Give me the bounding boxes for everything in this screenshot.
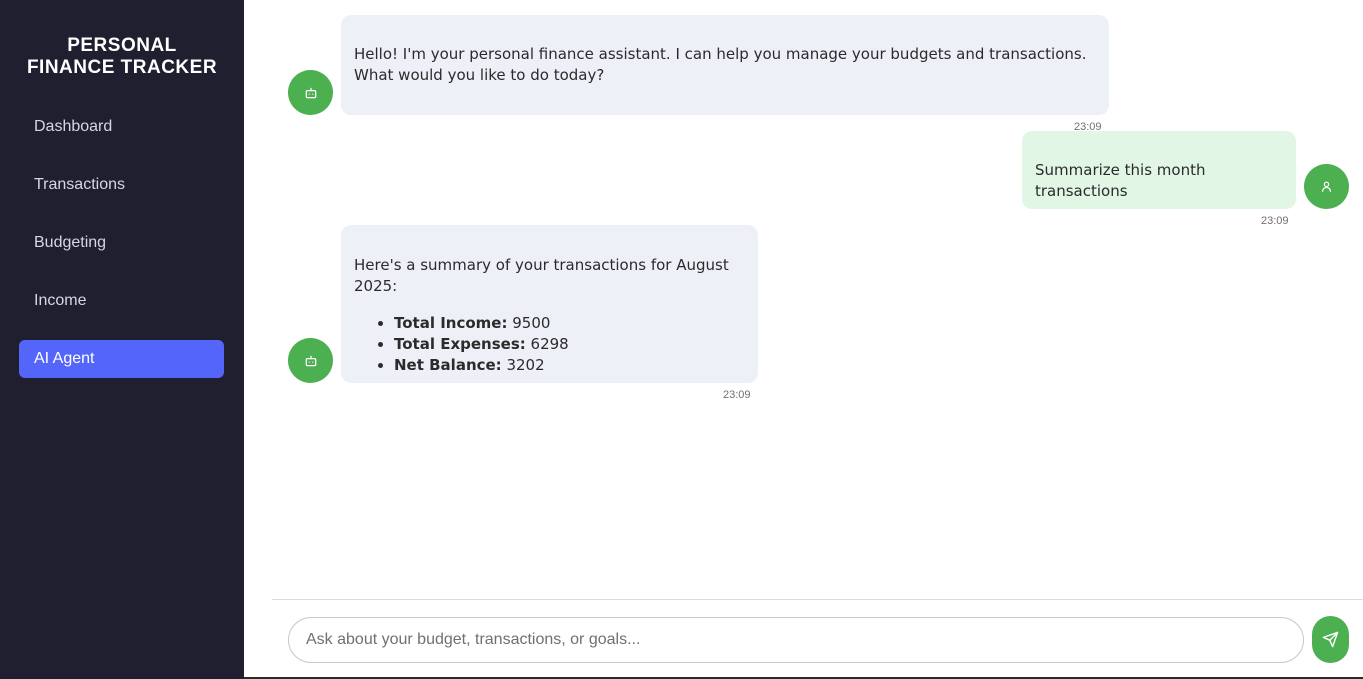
- app-root: PERSONAL FINANCE TRACKER Dashboard Trans…: [0, 0, 1363, 679]
- summary-label: Total Income:: [394, 314, 508, 332]
- summary-value: 3202: [506, 356, 545, 374]
- sidebar-item-dashboard[interactable]: Dashboard: [19, 108, 224, 146]
- sidebar-item-income[interactable]: Income: [19, 282, 224, 320]
- summary-value: 6298: [530, 335, 569, 353]
- summary-item-income: Total Income: 9500: [394, 313, 745, 334]
- summary-label: Net Balance:: [394, 356, 502, 374]
- send-button[interactable]: [1312, 616, 1349, 663]
- summary-item-expenses: Total Expenses: 6298: [394, 334, 745, 355]
- chat-area: Hello! I'm your personal finance assista…: [244, 0, 1363, 600]
- app-title-line1: PERSONAL: [67, 35, 177, 56]
- message-timestamp: 23:09: [1261, 215, 1289, 227]
- message-text: Hello! I'm your personal finance assista…: [354, 45, 1087, 84]
- sidebar-item-budgeting[interactable]: Budgeting: [19, 224, 224, 262]
- summary-label: Total Expenses:: [394, 335, 526, 353]
- chat-input-bar: [272, 599, 1363, 679]
- chat-message-user: Summarize this month transactions: [1022, 131, 1296, 209]
- summary-list: Total Income: 9500 Total Expenses: 6298 …: [354, 313, 745, 376]
- message-intro: Here's a summary of your transactions fo…: [354, 256, 729, 295]
- sidebar-nav: Dashboard Transactions Budgeting Income …: [19, 108, 224, 398]
- bot-avatar: [288, 338, 333, 383]
- chat-message-bot: Hello! I'm your personal finance assista…: [341, 15, 1109, 115]
- robot-icon: [305, 87, 316, 98]
- user-avatar: [1304, 164, 1349, 209]
- app-title-line2: FINANCE TRACKER: [26, 57, 218, 78]
- sidebar: PERSONAL FINANCE TRACKER Dashboard Trans…: [0, 0, 244, 679]
- app-title: PERSONAL FINANCE TRACKER: [0, 35, 244, 79]
- message-text: Summarize this month transactions: [1035, 161, 1206, 200]
- chat-message-bot: Here's a summary of your transactions fo…: [341, 225, 758, 383]
- chat-input[interactable]: [288, 617, 1304, 663]
- bot-avatar: [288, 70, 333, 115]
- user-icon: [1322, 181, 1331, 192]
- summary-item-balance: Net Balance: 3202: [394, 355, 745, 376]
- message-timestamp: 23:09: [723, 389, 751, 401]
- summary-value: 9500: [512, 314, 551, 332]
- robot-icon: [305, 355, 316, 366]
- sidebar-item-ai-agent[interactable]: AI Agent: [19, 340, 224, 378]
- sidebar-item-transactions[interactable]: Transactions: [19, 166, 224, 204]
- send-icon: [1322, 631, 1339, 648]
